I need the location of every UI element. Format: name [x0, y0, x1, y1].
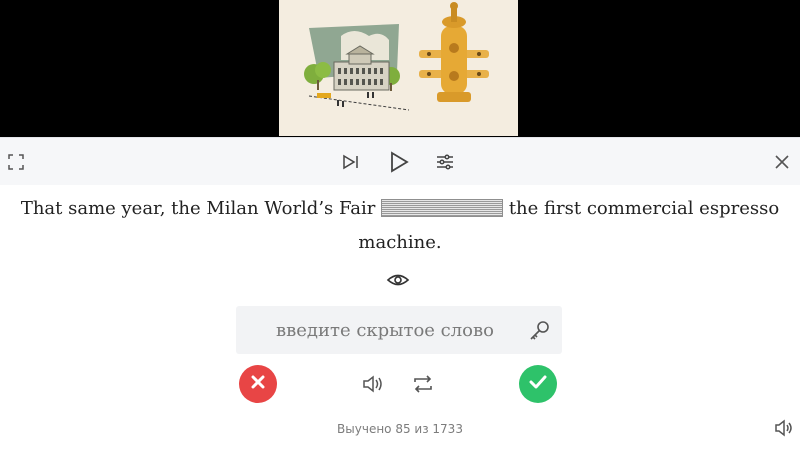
- close-icon: [774, 154, 790, 170]
- play-button[interactable]: [386, 138, 412, 185]
- cross-icon: [250, 374, 266, 395]
- key-icon: [528, 321, 552, 346]
- sentence-text-before: That same year, the Milan World’s Fair: [20, 198, 382, 219]
- hint-button[interactable]: [528, 318, 552, 342]
- play-sound-button[interactable]: [361, 371, 387, 397]
- exercise-sentence: That same year, the Milan World’s Fair t…: [20, 192, 780, 260]
- play-icon: [389, 150, 409, 173]
- progress-text: Выучено 85 из 1733: [337, 422, 463, 436]
- close-button[interactable]: [770, 138, 794, 185]
- sound-toggle-button[interactable]: [774, 417, 796, 439]
- speaker-icon: [361, 375, 387, 401]
- repeat-button[interactable]: [410, 371, 436, 397]
- correct-button[interactable]: [519, 365, 557, 403]
- settings-sliders-icon: [436, 153, 454, 170]
- speaker-icon: [774, 419, 796, 443]
- video-player[interactable]: [0, 0, 800, 137]
- espresso-machine-illustration: [279, 0, 518, 136]
- reveal-word-button[interactable]: [386, 269, 410, 291]
- hidden-word-input-box: [236, 306, 562, 354]
- wrong-button[interactable]: [239, 365, 277, 403]
- skip-next-button[interactable]: [339, 138, 363, 185]
- repeat-icon: [410, 375, 436, 401]
- eye-icon: [386, 274, 410, 295]
- settings-button[interactable]: [433, 138, 457, 185]
- skip-next-icon: [342, 154, 360, 170]
- video-thumbnail: [279, 0, 518, 136]
- check-icon: [528, 374, 548, 395]
- fullscreen-icon: [8, 153, 24, 170]
- hidden-word-mask: [381, 199, 504, 217]
- fullscreen-button[interactable]: [4, 138, 28, 185]
- player-controls-bar: [0, 137, 800, 185]
- hidden-word-input[interactable]: [236, 306, 516, 354]
